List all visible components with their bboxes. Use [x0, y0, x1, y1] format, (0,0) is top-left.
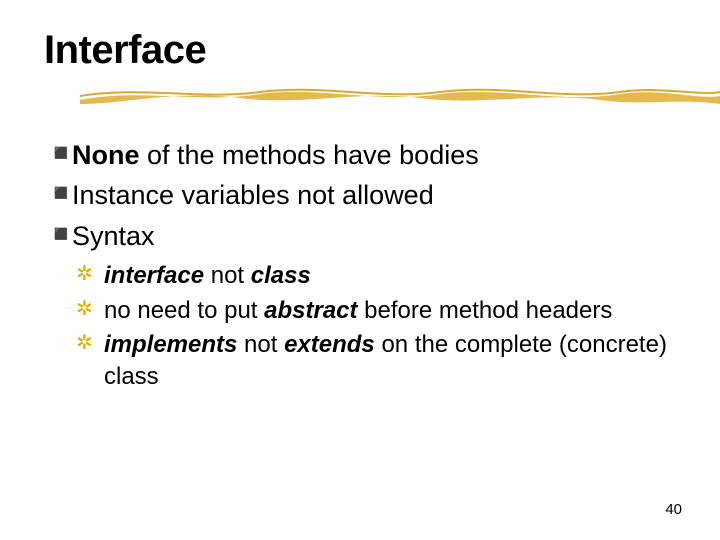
slide-title: Interface — [40, 28, 680, 73]
sub-interface-not-class: ✲ interface not class — [76, 260, 680, 292]
title-underline — [80, 84, 720, 106]
sub-list: ✲ interface not class ✲ no need to put a… — [40, 260, 680, 394]
arrow-bullet-icon: ✲ — [76, 295, 98, 324]
sub-abstract: ✲ no need to put abstract before method … — [76, 295, 680, 327]
square-bullet-icon: ◾ — [46, 218, 68, 252]
kw-interface: interface — [104, 262, 204, 289]
bullet-instance-vars: ◾ Instance variables not allowed — [46, 177, 680, 213]
text-instance: Instance variables not allowed — [72, 177, 434, 213]
arrow-bullet-icon: ✲ — [76, 329, 98, 358]
kw-extends: extends — [284, 331, 375, 358]
text-none: None — [72, 140, 140, 170]
kw-class: class — [251, 262, 311, 289]
slide: Interface ◾ None of the methods have bod… — [0, 0, 720, 540]
text-noneed: no need to put — [104, 297, 264, 324]
text-not2: not — [237, 331, 284, 358]
text-not1: not — [204, 262, 251, 289]
square-bullet-icon: ◾ — [46, 137, 68, 171]
kw-implements: implements — [104, 331, 237, 358]
title-block: Interface — [40, 28, 680, 73]
page-number: 40 — [665, 501, 682, 518]
main-list: ◾ None of the methods have bodies ◾ Inst… — [40, 137, 680, 254]
text-syntax: Syntax — [72, 218, 155, 254]
bullet-none-bodies: ◾ None of the methods have bodies — [46, 137, 680, 173]
arrow-bullet-icon: ✲ — [76, 260, 98, 289]
sub-implements: ✲ implements not extends on the complete… — [76, 329, 680, 394]
kw-abstract: abstract — [264, 297, 357, 324]
text-bodies: of the methods have bodies — [140, 140, 479, 170]
square-bullet-icon: ◾ — [46, 177, 68, 211]
text-before: before method headers — [358, 297, 613, 324]
bullet-syntax: ◾ Syntax — [46, 218, 680, 254]
